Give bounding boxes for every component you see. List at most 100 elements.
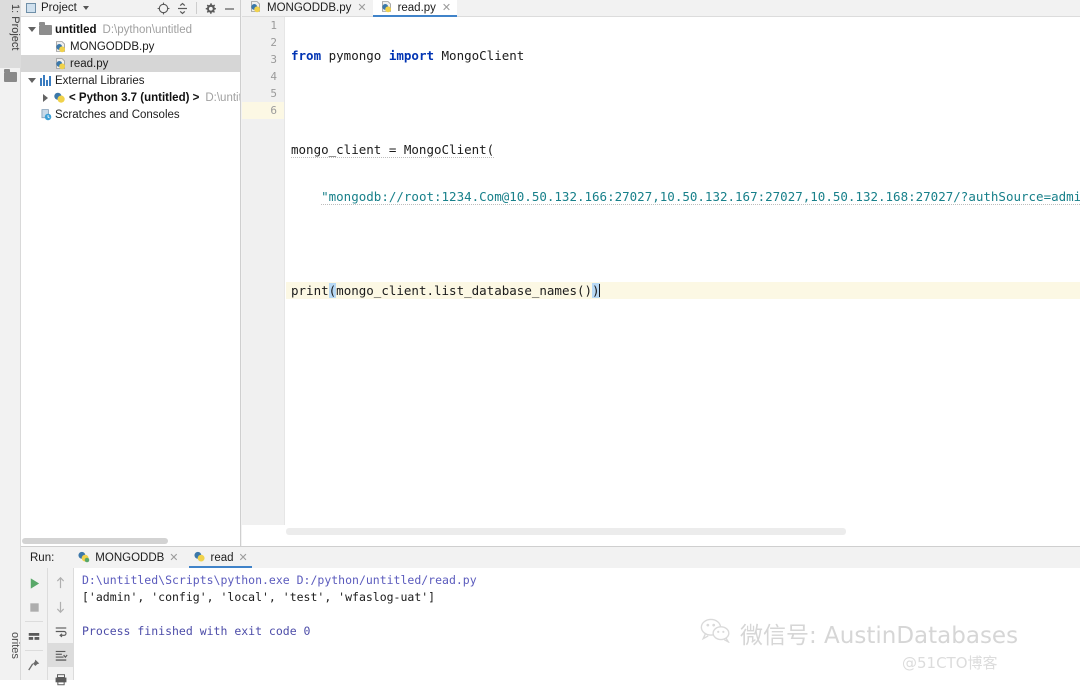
toolbar-divider (25, 650, 43, 651)
project-view-icon (26, 3, 36, 13)
text-caret (598, 284, 600, 297)
run-tool-window: Run: MONGODDB ✕ read ✕ D:\untitled\Scrip… (21, 546, 1080, 685)
line-number: 1 (270, 19, 277, 32)
toolbar-divider (25, 621, 43, 622)
chevron-down-icon[interactable] (25, 27, 38, 32)
tree-node-scratches-and-consoles[interactable]: Scratches and Consoles (21, 106, 240, 123)
project-panel-title: Project (41, 2, 77, 14)
close-icon[interactable]: ✕ (442, 2, 451, 14)
editor-tab-read-py[interactable]: read.py ✕ (372, 0, 458, 17)
editor-tab-bar: MONGODDB.py ✕ read.py ✕ (242, 0, 1080, 17)
code-line-1: from pymongo import MongoClient (286, 47, 1080, 64)
editor-area: MONGODDB.py ✕ read.py ✕ 1 2 3 4 5 6 from… (242, 0, 1080, 546)
down-stack-button[interactable] (48, 595, 73, 619)
editor-tab-label: read.py (397, 2, 436, 14)
python-run-icon (77, 550, 90, 566)
project-panel-horizontal-scrollbar[interactable] (22, 538, 168, 544)
tree-node-mongoddb-py[interactable]: MONGODDB.py (21, 38, 240, 55)
run-tab-read[interactable]: read ✕ (186, 547, 255, 568)
python-file-icon (53, 57, 68, 70)
code-line-4: "mongodb://root:1234.Com@10.50.132.166:2… (286, 188, 1080, 205)
run-tab-label: read (210, 551, 234, 564)
sidebar-strip-tab-project[interactable]: 1: Project (0, 0, 21, 68)
collapse-all-icon[interactable] (174, 1, 191, 16)
console-line: Process finished with exit code 0 (82, 624, 311, 638)
line-number: 3 (270, 53, 277, 66)
locate-target-icon[interactable] (155, 1, 172, 16)
tree-node-label: Scratches and Consoles (55, 108, 180, 121)
folder-icon (4, 69, 17, 83)
library-icon (38, 75, 53, 86)
code-editor[interactable]: 1 2 3 4 5 6 from pymongo import MongoCli… (242, 17, 1080, 546)
tree-node-label: MONGODDB.py (70, 40, 155, 53)
editor-horizontal-scrollbar[interactable] (286, 528, 846, 535)
folder-icon (38, 21, 53, 35)
run-label: Run: (30, 551, 55, 564)
editor-tab-label: MONGODDB.py (267, 2, 352, 14)
run-toolbar-secondary (48, 568, 74, 685)
run-tab-label: MONGODDB (95, 551, 165, 564)
close-icon[interactable]: ✕ (169, 551, 178, 564)
code-statement: mongo_client = MongoClient( (291, 142, 495, 158)
tree-node-label: External Libraries (55, 74, 145, 87)
toolbar-divider (196, 2, 197, 14)
stop-button[interactable] (21, 595, 47, 619)
tree-node-path: D:\python\untitled (102, 23, 193, 36)
close-icon[interactable]: ✕ (357, 2, 366, 14)
project-panel-header: Project (21, 0, 240, 17)
scroll-to-end-button[interactable] (48, 643, 73, 667)
code-text[interactable]: from pymongo import MongoClient mongo_cl… (286, 17, 1080, 525)
close-icon[interactable]: ✕ (239, 551, 248, 564)
run-tab-bar: Run: MONGODDB ✕ read ✕ (21, 547, 1080, 568)
run-console-output[interactable]: D:\untitled\Scripts\python.exe D:/python… (74, 568, 1080, 680)
project-tree[interactable]: untitled D:\python\untitled MONGODDB.py (21, 17, 240, 123)
connection-string: "mongodb://root:1234.Com@10.50.132.166:2… (321, 189, 1080, 205)
tree-node-read-py[interactable]: read.py (21, 55, 240, 72)
pin-tab-button[interactable] (21, 653, 47, 677)
print-argument: mongo_client.list_database_names() (336, 283, 593, 298)
project-tool-window: Project untitled D:\python\untitled MONG… (21, 0, 241, 546)
keyword-import: import (388, 48, 434, 63)
editor-tab-mongoddb-py[interactable]: MONGODDB.py ✕ (242, 0, 373, 16)
scratches-icon (38, 108, 53, 121)
python-file-icon (53, 40, 68, 53)
keyword-from: from (291, 48, 322, 63)
tree-node-label: < Python 3.7 (untitled) > (69, 91, 200, 104)
chevron-right-icon[interactable] (39, 93, 52, 102)
module-name: pymongo (321, 48, 389, 63)
python-file-icon (249, 0, 262, 16)
pycharm-window: 1: Project orites Project untitled D:\py… (0, 0, 1080, 685)
line-number: 2 (270, 36, 277, 49)
tree-node-external-libraries[interactable]: External Libraries (21, 72, 240, 89)
minimize-icon[interactable] (221, 1, 238, 16)
chevron-down-icon[interactable] (25, 78, 38, 83)
editor-gutter[interactable]: 1 2 3 4 5 6 (242, 17, 285, 525)
chevron-down-icon[interactable] (82, 6, 89, 10)
print-call: print (291, 283, 329, 298)
python-file-icon (380, 0, 393, 16)
run-tab-mongoddb[interactable]: MONGODDB ✕ (70, 547, 185, 568)
soft-wrap-button[interactable] (48, 619, 73, 643)
run-panel-body: D:\untitled\Scripts\python.exe D:/python… (21, 568, 1080, 685)
line-number: 6 (242, 102, 284, 119)
tree-node-untitled[interactable]: untitled D:\python\untitled (21, 21, 240, 38)
tool-window-strip-left: 1: Project orites (0, 0, 21, 680)
rerun-button[interactable] (21, 571, 47, 595)
code-line-3: mongo_client = MongoClient( (286, 141, 1080, 158)
tree-node-python-interpreter[interactable]: < Python 3.7 (untitled) > D:\untitl (21, 89, 240, 106)
python-run-icon (193, 550, 206, 566)
gear-icon[interactable] (202, 1, 219, 16)
up-stack-button[interactable] (48, 571, 73, 595)
toggle-tasks-button[interactable] (21, 624, 47, 648)
console-line: D:\untitled\Scripts\python.exe D:/python… (82, 573, 477, 587)
python-interpreter-icon (52, 91, 67, 104)
line-number: 5 (270, 87, 277, 100)
tree-node-label: untitled (55, 23, 97, 36)
print-button[interactable] (48, 667, 73, 691)
sidebar-strip-tab-favorites[interactable]: orites (0, 628, 21, 680)
imported-name: MongoClient (434, 48, 525, 63)
console-line: ['admin', 'config', 'local', 'test', 'wf… (82, 590, 436, 604)
